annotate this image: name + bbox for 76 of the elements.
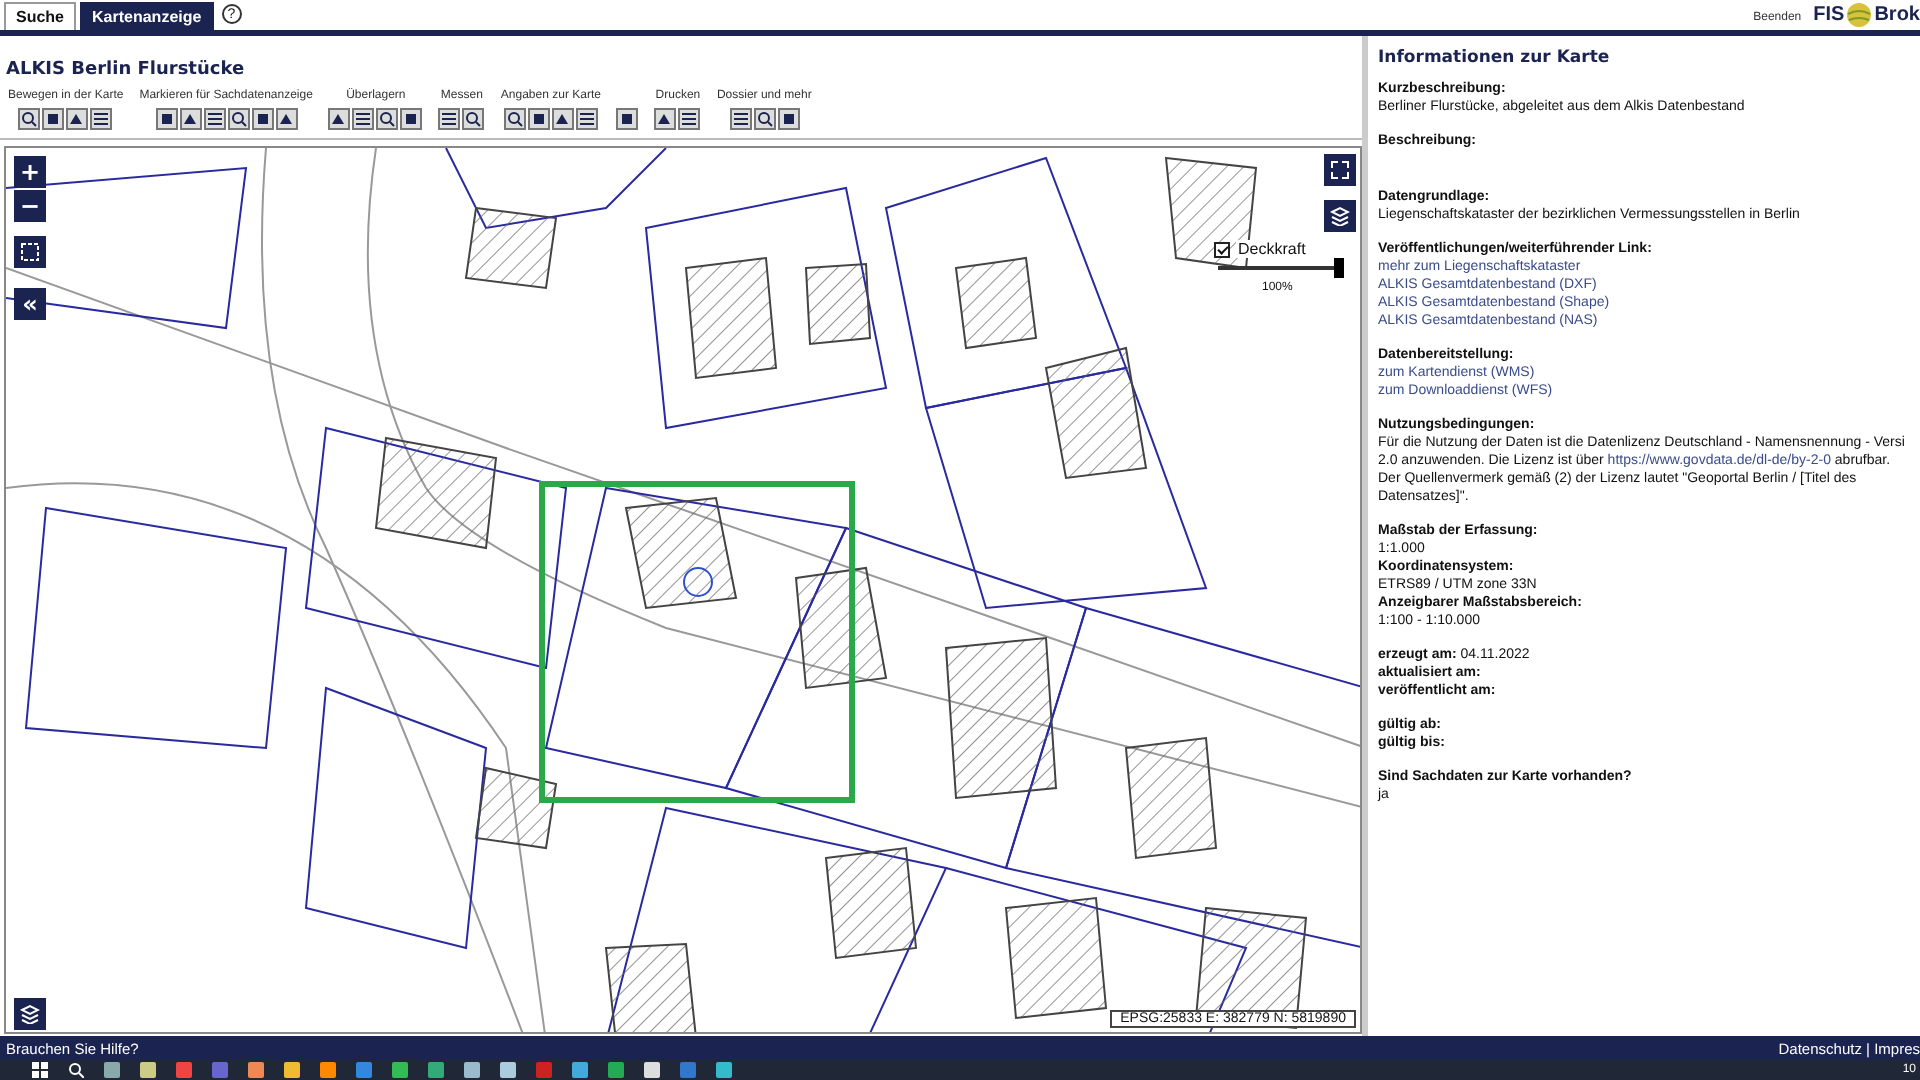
zoom-in-button[interactable]: + bbox=[14, 156, 46, 188]
tab[interactable]: Kartenanzeige bbox=[80, 2, 214, 30]
location-marker bbox=[683, 567, 713, 597]
magnifier-icon bbox=[464, 110, 483, 128]
globe-icon bbox=[1846, 2, 1873, 28]
tool-button[interactable] bbox=[203, 108, 226, 130]
triangle-icon bbox=[330, 110, 349, 128]
triangle-icon bbox=[656, 110, 675, 128]
list-icon bbox=[92, 110, 111, 128]
layers-button[interactable] bbox=[1324, 200, 1356, 232]
tool-button[interactable] bbox=[575, 108, 598, 130]
collapse-button[interactable]: « bbox=[14, 288, 46, 320]
tool-button[interactable] bbox=[503, 108, 526, 130]
windows-start-icon[interactable] bbox=[32, 1062, 48, 1078]
square-icon bbox=[529, 110, 548, 128]
logo-text: Brok bbox=[1874, 4, 1920, 26]
logo-text: FIS bbox=[1813, 4, 1845, 26]
list-icon bbox=[354, 110, 373, 128]
tool-button[interactable] bbox=[18, 108, 41, 130]
magnifier-icon bbox=[755, 110, 774, 128]
square-icon bbox=[44, 110, 63, 128]
square-icon bbox=[402, 110, 421, 128]
slider-thumb[interactable] bbox=[1334, 258, 1344, 278]
layers-button[interactable] bbox=[14, 998, 46, 1030]
tool-button[interactable] bbox=[654, 108, 677, 130]
dashed-square-icon bbox=[20, 242, 40, 262]
tool-button[interactable] bbox=[777, 108, 800, 130]
triangle-icon bbox=[553, 110, 572, 128]
magnifier-icon bbox=[20, 110, 39, 128]
square-icon bbox=[779, 110, 798, 128]
list-icon bbox=[577, 110, 596, 128]
triangle-icon bbox=[181, 110, 200, 128]
zoom-out-button[interactable]: − bbox=[14, 190, 46, 222]
tool-button[interactable] bbox=[90, 108, 113, 130]
select-area-button[interactable] bbox=[14, 236, 46, 268]
search-icon[interactable] bbox=[68, 1062, 84, 1078]
square-icon bbox=[253, 110, 272, 128]
opacity-checkbox[interactable] bbox=[1214, 242, 1230, 258]
square-icon bbox=[157, 110, 176, 128]
tool-button[interactable] bbox=[527, 108, 550, 130]
tool-button[interactable] bbox=[66, 108, 89, 130]
triangle-icon bbox=[68, 110, 87, 128]
tool-button[interactable] bbox=[251, 108, 274, 130]
map-title: ALKIS Berlin Flurstücke bbox=[4, 58, 247, 84]
tool-button[interactable] bbox=[551, 108, 574, 130]
triangle-icon bbox=[277, 110, 296, 128]
tool-button[interactable] bbox=[275, 108, 298, 130]
magnifier-icon bbox=[505, 110, 524, 128]
tool-button[interactable] bbox=[729, 108, 752, 130]
tool-button[interactable] bbox=[352, 108, 375, 130]
tool-button[interactable] bbox=[678, 108, 701, 130]
tool-button[interactable] bbox=[155, 108, 178, 130]
square-icon bbox=[618, 110, 637, 128]
tool-button[interactable] bbox=[328, 108, 351, 130]
fullscreen-button[interactable] bbox=[1324, 154, 1356, 186]
tool-button[interactable] bbox=[400, 108, 423, 130]
magnifier-icon bbox=[229, 110, 248, 128]
list-icon bbox=[680, 110, 699, 128]
list-icon bbox=[440, 110, 459, 128]
opacity-label: Deckkraft bbox=[1236, 240, 1308, 258]
tool-button[interactable] bbox=[179, 108, 202, 130]
tool-button[interactable] bbox=[438, 108, 461, 130]
tool-button[interactable] bbox=[616, 108, 639, 130]
tab[interactable]: Suche bbox=[4, 2, 77, 30]
tool-button[interactable] bbox=[227, 108, 250, 130]
layers-icon bbox=[20, 1004, 40, 1024]
list-icon bbox=[205, 110, 224, 128]
panel-title: Informationen zur Karte bbox=[1378, 48, 1612, 68]
fullscreen-icon bbox=[1330, 160, 1350, 180]
tool-button[interactable] bbox=[462, 108, 485, 130]
tool-button[interactable] bbox=[42, 108, 65, 130]
magnifier-icon bbox=[378, 110, 397, 128]
tool-button[interactable] bbox=[376, 108, 399, 130]
tool-button[interactable] bbox=[753, 108, 776, 130]
layers-icon bbox=[1330, 206, 1350, 226]
list-icon bbox=[731, 110, 750, 128]
